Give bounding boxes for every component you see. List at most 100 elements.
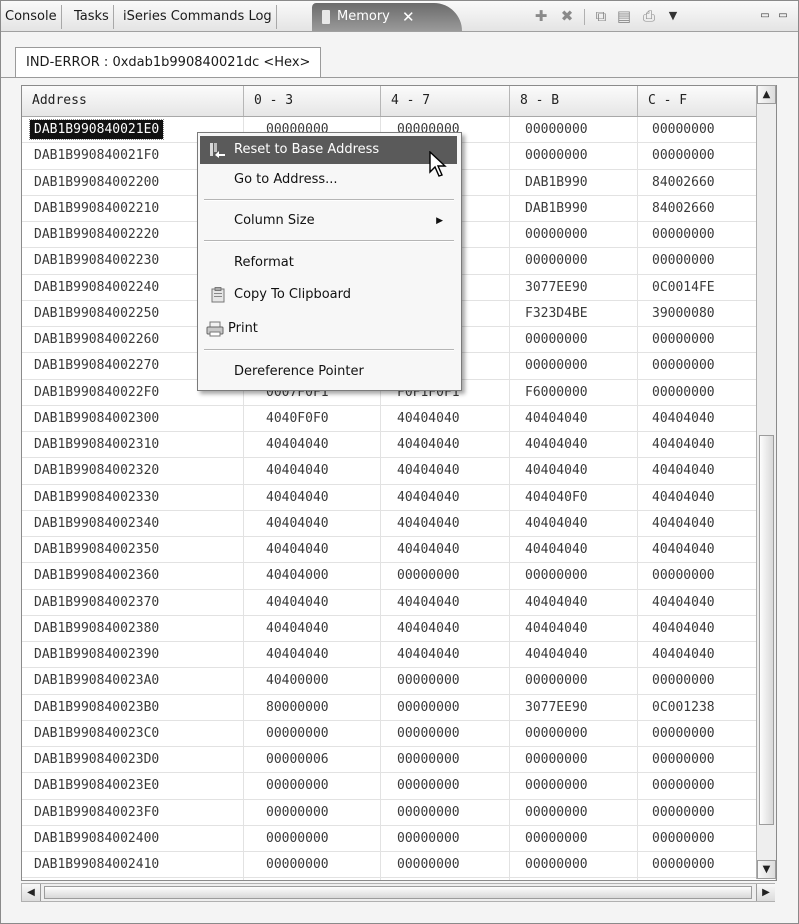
memory-value-cell[interactable]: 00000000 — [381, 747, 510, 773]
table-row[interactable]: DAB1B990840023C0 00000000 00000000 00000000… — [22, 720, 776, 747]
menu-item-dereference-pointer[interactable]: Dereference Pointer — [200, 358, 457, 386]
tab-tasks[interactable]: Tasks — [70, 5, 114, 29]
memory-value-cell[interactable]: 40404040 — [381, 484, 510, 511]
memory-value-cell[interactable]: 40404040 — [510, 458, 638, 485]
memory-value-cell[interactable]: F6000000 — [510, 379, 638, 406]
memory-value-cell[interactable]: 40404040 — [381, 589, 510, 616]
print-icon[interactable]: ⎙ — [641, 8, 657, 24]
menu-item-reset-to-base-address[interactable]: Reset to Base Address — [200, 136, 457, 164]
tab-memory[interactable]: Memory ✕ — [312, 3, 462, 31]
table-row[interactable]: DAB1B99084002370 40404040 40404040 40404040… — [22, 589, 776, 616]
memory-value-cell[interactable]: 40404040 — [510, 589, 638, 616]
copy-icon[interactable]: ▤ — [616, 8, 632, 24]
memory-value-cell[interactable]: 00000000 — [510, 117, 638, 143]
memory-value-cell[interactable]: 40404040 — [381, 458, 510, 485]
scroll-down-button[interactable]: ▼ — [757, 860, 776, 879]
memory-value-cell[interactable]: 40404040 — [381, 537, 510, 563]
address-cell[interactable]: DAB1B99084002390 — [22, 642, 244, 668]
address-cell[interactable]: DAB1B99084002310 — [22, 432, 244, 458]
scroll-up-button[interactable]: ▲ — [757, 85, 776, 104]
memory-value-cell[interactable]: 4040F0F0 — [244, 878, 381, 880]
table-row[interactable]: DAB1B99084002400 00000000 00000000 00000000… — [22, 825, 776, 852]
memory-value-cell[interactable]: 404040F0 — [510, 484, 638, 511]
memory-value-cell[interactable]: 00000000 — [510, 327, 638, 353]
address-cell[interactable]: DAB1B990840023D0 — [22, 747, 244, 773]
horizontal-scrollbar[interactable]: ◀ ▶ — [21, 883, 775, 902]
table-row[interactable]: DAB1B990840023A0 40400000 00000000 00000000… — [22, 668, 776, 695]
memory-value-cell[interactable]: 00000000 — [510, 720, 638, 747]
table-row[interactable]: DAB1B99084002350 40404040 40404040 40404040… — [22, 537, 776, 564]
memory-value-cell[interactable]: 00000000 — [510, 747, 638, 773]
vertical-scroll-thumb[interactable] — [759, 435, 774, 825]
memory-value-cell[interactable]: 00000000 — [381, 668, 510, 695]
memory-value-cell[interactable]: 00000000 — [244, 773, 381, 800]
address-cell[interactable]: DAB1B99084002330 — [22, 484, 244, 511]
memory-value-cell[interactable]: 00000000 — [244, 852, 381, 878]
memory-value-cell[interactable]: 40404040 — [381, 642, 510, 668]
maximize-icon[interactable]: ▭ — [777, 8, 789, 24]
table-row[interactable]: DAB1B99084002320 40404040 40404040 40404040… — [22, 458, 776, 485]
link-icon[interactable]: ⧉ — [593, 8, 609, 24]
memory-value-cell[interactable]: 40400000 — [244, 668, 381, 695]
table-row[interactable]: DAB1B990840023D0 00000006 00000000 00000000… — [22, 747, 776, 774]
menu-item-reformat[interactable]: Reformat — [200, 249, 457, 277]
memory-value-cell[interactable]: 3077EE90 — [510, 274, 638, 301]
memory-value-cell[interactable]: 00000000 — [510, 773, 638, 800]
memory-value-cell[interactable]: 00000000 — [381, 825, 510, 852]
memory-value-cell[interactable]: 00000000 — [381, 852, 510, 878]
tab-rendering-hex[interactable]: IND-ERROR : 0xdab1b990840021dc <Hex> — [15, 47, 322, 78]
menu-item-column-size[interactable]: Column Size ▶ — [200, 207, 457, 235]
address-cell[interactable]: DAB1B99084002370 — [22, 589, 244, 616]
memory-value-cell[interactable]: 00000000 — [510, 143, 638, 170]
table-row[interactable]: DAB1B990840023F0 00000000 00000000 00000000… — [22, 799, 776, 826]
memory-value-cell[interactable]: DAB1B990 — [510, 195, 638, 222]
memory-value-cell[interactable]: 40404040 — [244, 589, 381, 616]
memory-value-cell[interactable]: 00000000 — [510, 222, 638, 248]
menu-item-go-to-address[interactable]: Go to Address... — [200, 166, 457, 194]
table-row[interactable]: DAB1B990840024204040F0F04040404040404040… — [22, 878, 776, 880]
table-row[interactable]: DAB1B99084002410 00000000 00000000 00000000… — [22, 852, 776, 879]
address-cell[interactable]: DAB1B99084002410 — [22, 852, 244, 878]
memory-value-cell[interactable]: 40404040 — [244, 642, 381, 668]
table-row[interactable]: DAB1B99084002360 40404000 00000000 00000000… — [22, 563, 776, 590]
column-header-8-b[interactable]: 8 - B — [510, 86, 638, 116]
close-icon[interactable]: ✕ — [402, 3, 415, 31]
table-row[interactable]: DAB1B99084002390 40404040 40404040 40404040… — [22, 642, 776, 669]
memory-value-cell[interactable]: 40404040 — [244, 458, 381, 485]
memory-value-cell[interactable]: 40404040 — [244, 510, 381, 537]
memory-value-cell[interactable]: 40404040 — [510, 432, 638, 458]
memory-value-cell[interactable]: 00000000 — [381, 694, 510, 721]
scroll-right-button[interactable]: ▶ — [756, 884, 775, 901]
address-cell[interactable]: DAB1B990840023B0 — [22, 694, 244, 721]
memory-value-cell[interactable]: 40404040 — [510, 405, 638, 432]
memory-value-cell[interactable]: 3077EE90 — [510, 694, 638, 721]
add-rendering-icon[interactable]: ✚ — [533, 8, 549, 24]
memory-value-cell[interactable]: 80000000 — [244, 694, 381, 721]
memory-value-cell[interactable]: 00000000 — [510, 563, 638, 590]
address-cell[interactable]: DAB1B99084002340 — [22, 510, 244, 537]
address-cell[interactable]: DAB1B99084002320 — [22, 458, 244, 485]
memory-value-cell[interactable]: 00000000 — [510, 852, 638, 878]
memory-value-cell[interactable]: DAB1B990 — [510, 169, 638, 196]
memory-value-cell[interactable]: 40404040 — [244, 484, 381, 511]
memory-value-cell[interactable]: 00000000 — [244, 720, 381, 747]
memory-value-cell[interactable]: F323D4BE — [510, 300, 638, 327]
memory-value-cell[interactable]: 40404000 — [244, 563, 381, 590]
memory-value-cell[interactable]: 00000000 — [381, 720, 510, 747]
memory-value-cell[interactable]: 40404040 — [510, 878, 638, 880]
menu-item-copy-to-clipboard[interactable]: Copy To Clipboard — [200, 281, 457, 309]
address-cell[interactable]: DAB1B99084002350 — [22, 537, 244, 563]
address-cell[interactable]: DAB1B990840023C0 — [22, 720, 244, 747]
memory-value-cell[interactable]: 4040F0F0 — [244, 405, 381, 432]
remove-rendering-icon[interactable]: ✖ — [559, 8, 575, 24]
memory-value-cell[interactable]: 00000000 — [381, 773, 510, 800]
address-cell[interactable]: DAB1B990840023F0 — [22, 799, 244, 826]
horizontal-scroll-thumb[interactable] — [44, 886, 752, 899]
menu-item-print[interactable]: Print — [200, 315, 457, 343]
memory-value-cell[interactable]: 00000006 — [244, 747, 381, 773]
table-row[interactable]: DAB1B99084002380 40404040 40404040 40404040… — [22, 615, 776, 642]
table-row[interactable]: DAB1B99084002300 4040F0F0 40404040 40404040… — [22, 405, 776, 432]
table-row[interactable]: DAB1B990840023B0 80000000 00000000 3077EE90… — [22, 694, 776, 721]
column-header-4-7[interactable]: 4 - 7 — [381, 86, 510, 116]
memory-value-cell[interactable]: 40404040 — [510, 510, 638, 537]
